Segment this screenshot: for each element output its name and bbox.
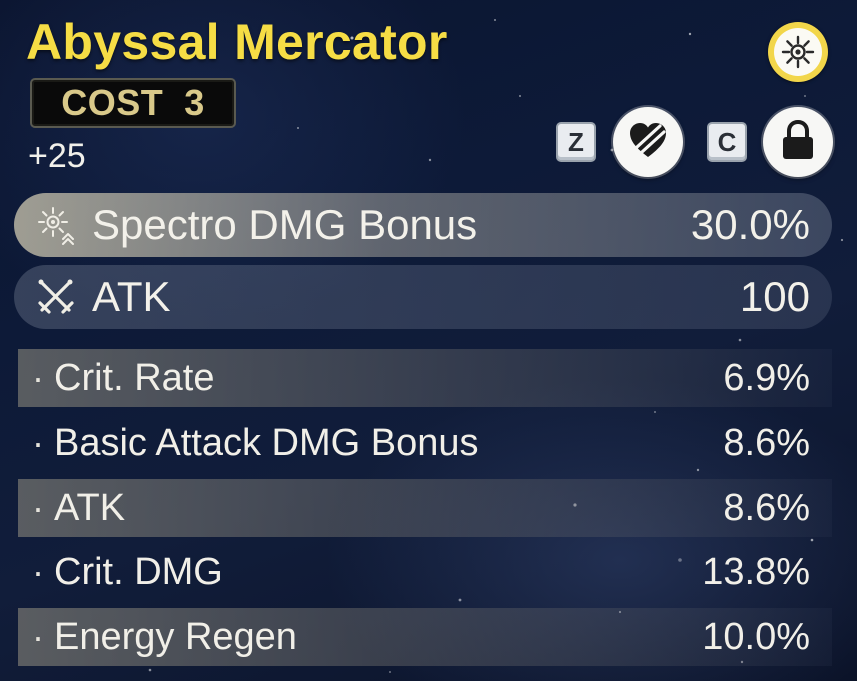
sub-stat-name: ATK — [54, 487, 126, 529]
bullet: · — [32, 487, 44, 528]
cost-badge: COST 3 — [30, 78, 236, 128]
sub-stat-name: Crit. DMG — [54, 551, 223, 593]
sub-stat-name: Basic Attack DMG Bonus — [54, 422, 479, 464]
echo-name: Abyssal Mercator — [26, 14, 448, 70]
main-stat-value: 100 — [739, 273, 810, 320]
sub-stat-row: · Crit. DMG 13.8% — [18, 543, 832, 601]
bullet: · — [32, 357, 44, 398]
sonata-set-badge[interactable] — [768, 22, 828, 82]
bullet: · — [32, 551, 44, 592]
main-stat-row: ATK 100 — [14, 265, 832, 329]
bullet: · — [32, 422, 44, 463]
sub-stat-row: · Crit. Rate 6.9% — [18, 349, 832, 407]
bullet: · — [32, 616, 44, 657]
sub-stat-value: 13.8% — [702, 551, 810, 593]
sub-stat-value: 10.0% — [702, 616, 810, 658]
atk-icon — [34, 275, 78, 319]
spectro-icon — [34, 203, 78, 247]
sub-stat-name: Energy Regen — [54, 616, 297, 658]
sub-stat-value: 8.6% — [723, 487, 810, 529]
echo-level: +25 — [28, 137, 86, 175]
sub-stat-row: · Energy Regen 10.0% — [18, 608, 832, 666]
main-stat-row: Spectro DMG Bonus 30.0% — [14, 193, 832, 257]
padlock-icon — [778, 118, 818, 167]
sonata-set-icon — [774, 28, 822, 76]
main-stat-name: ATK — [92, 273, 171, 320]
sub-stat-row: · ATK 8.6% — [18, 479, 832, 537]
lock-button[interactable] — [613, 107, 683, 177]
main-stat-value: 30.0% — [690, 201, 810, 248]
discard-lock-button[interactable] — [763, 107, 833, 177]
sub-stat-value: 6.9% — [723, 357, 810, 399]
discard-key-hint: C — [707, 122, 747, 162]
sub-stat-value: 8.6% — [723, 422, 810, 464]
sub-stat-row: · Basic Attack DMG Bonus 8.6% — [18, 414, 832, 472]
cost-label: COST 3 — [61, 82, 205, 123]
lock-key-hint: Z — [556, 122, 596, 162]
sub-stat-name: Crit. Rate — [54, 357, 215, 399]
heart-lock-icon — [626, 118, 670, 167]
main-stat-name: Spectro DMG Bonus — [92, 201, 478, 248]
